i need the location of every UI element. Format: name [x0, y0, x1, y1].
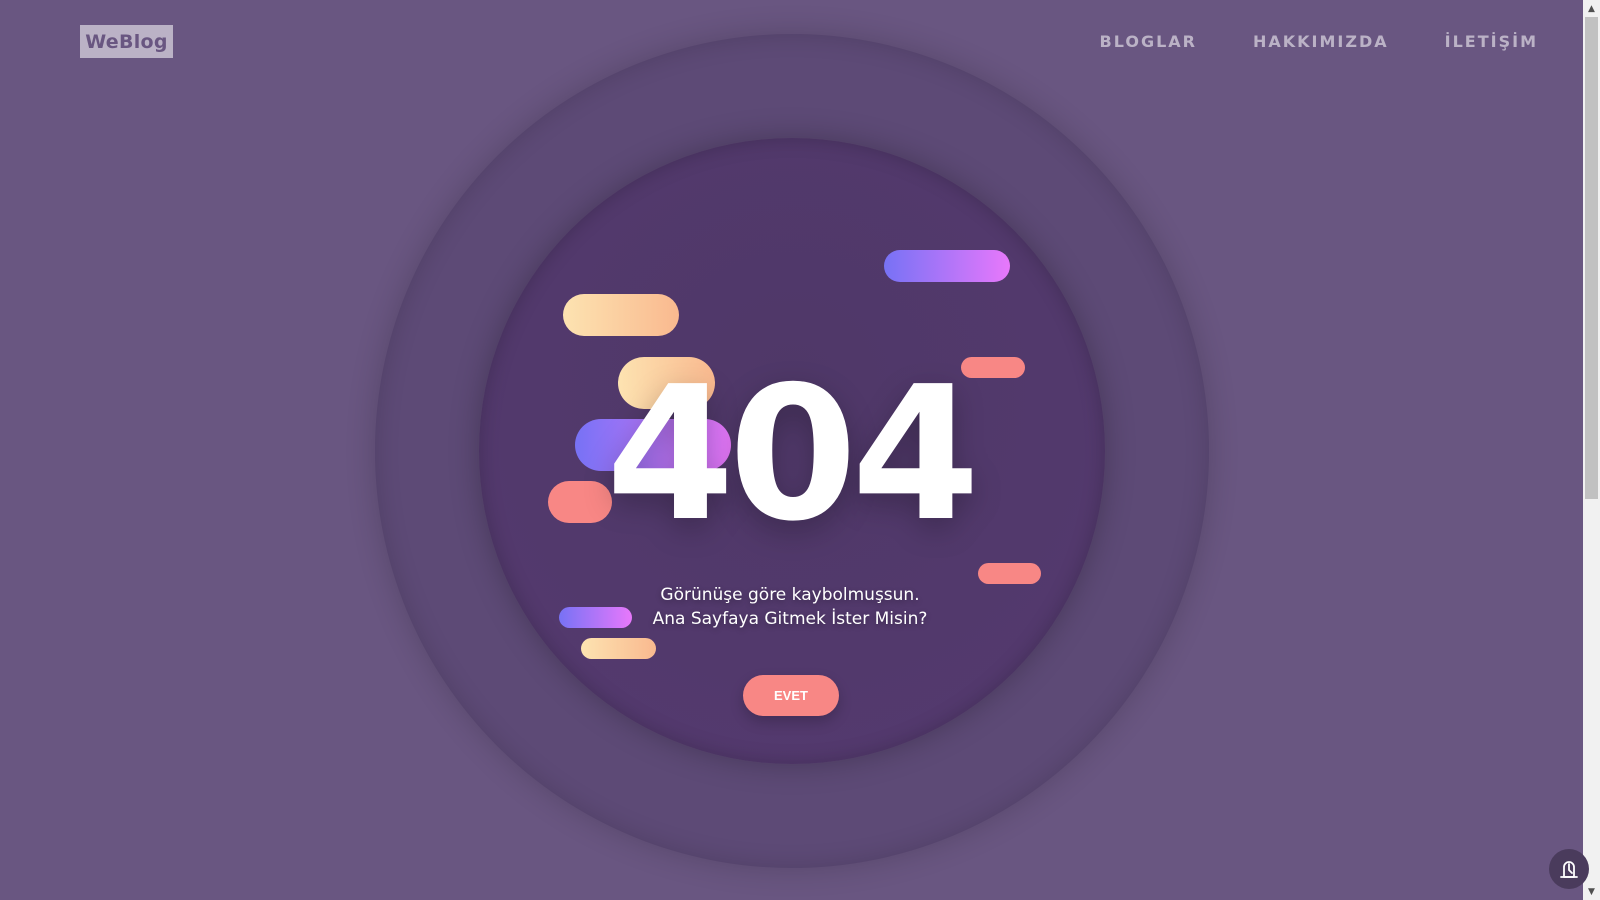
scroll-up-arrow-icon[interactable]: ▲ [1583, 0, 1600, 17]
error-code: 404 [605, 346, 980, 562]
nav-link-hakkimizda[interactable]: HAKKIMIZDA [1253, 32, 1389, 51]
error-message-line-2: Ana Sayfaya Gitmek İster Misin? [652, 609, 928, 629]
decor-pill [563, 294, 679, 336]
main-nav: BLOGLAR HAKKIMIZDA İLETİŞİM [1100, 32, 1538, 51]
error-message-line-1: Görünüşe göre kaybolmuşsun. [660, 585, 920, 605]
decor-pill [978, 563, 1041, 584]
decor-pill [581, 638, 656, 659]
scrollbar-thumb[interactable] [1585, 17, 1598, 499]
error-message: Görünüşe göre kaybolmuşsun. Ana Sayfaya … [590, 583, 990, 631]
nav-link-iletisim[interactable]: İLETİŞİM [1445, 32, 1538, 51]
scroll-down-arrow-icon[interactable]: ▼ [1583, 883, 1600, 900]
accessibility-button[interactable] [1549, 849, 1589, 889]
nav-link-bloglar[interactable]: BLOGLAR [1100, 32, 1197, 51]
vertical-scrollbar[interactable]: ▲ ▼ [1583, 0, 1600, 900]
site-logo[interactable]: WeBlog [80, 25, 173, 58]
decor-pill [884, 250, 1010, 282]
accessibility-icon [1560, 861, 1578, 878]
home-button[interactable]: EVET [743, 675, 839, 716]
